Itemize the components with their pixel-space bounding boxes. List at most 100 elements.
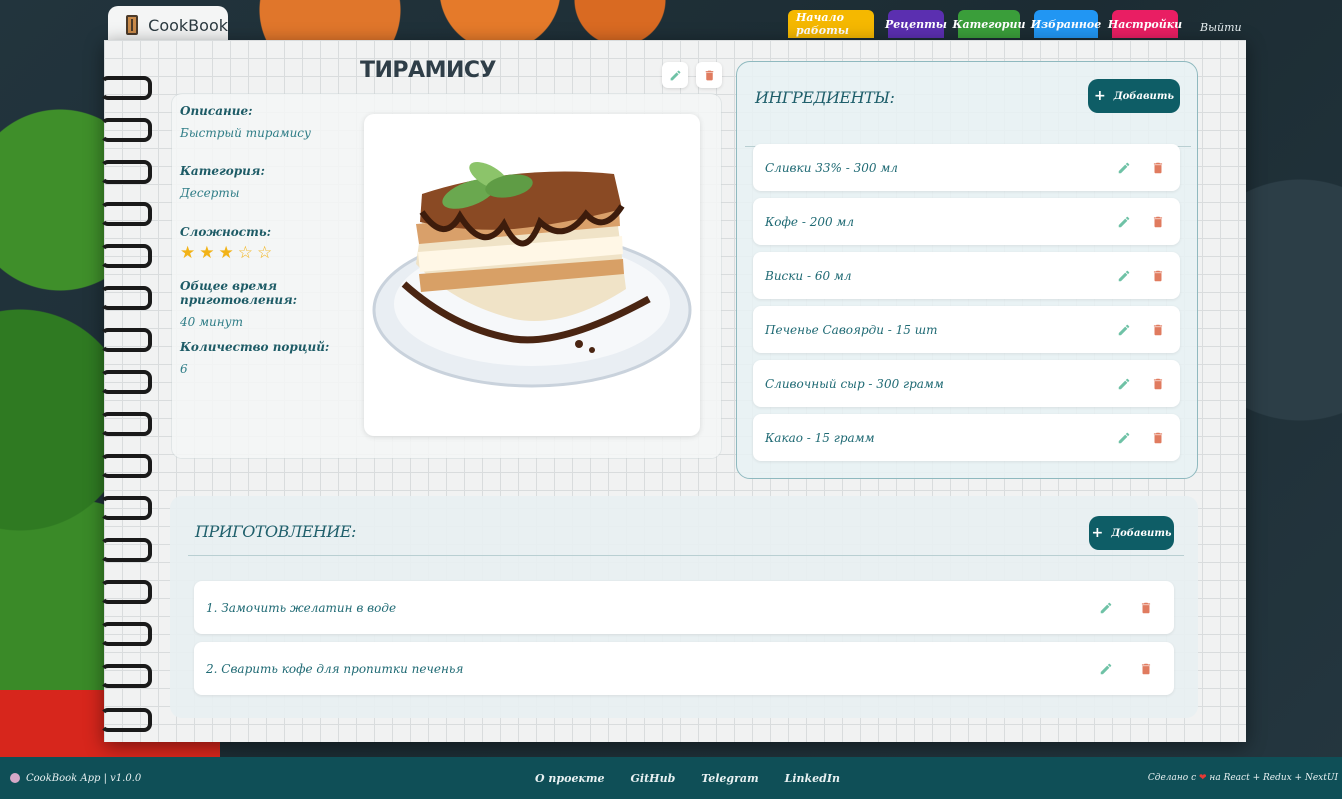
category-value: Десерты <box>180 186 240 200</box>
pencil-icon <box>1100 602 1112 613</box>
plus-icon: + <box>1093 88 1106 104</box>
edit-ingredient-button[interactable] <box>1116 376 1132 392</box>
ingredient-row[interactable]: Сливки 33% - 300 мл <box>753 144 1180 191</box>
ingredient-row[interactable]: Сливочный сыр - 300 грамм <box>753 360 1180 407</box>
ingredient-row[interactable]: Кофе - 200 мл <box>753 198 1180 245</box>
trash-icon <box>1141 663 1151 674</box>
plus-icon: + <box>1091 525 1104 541</box>
delete-ingredient-button[interactable] <box>1150 214 1166 230</box>
ingredient-text: Какао - 15 грамм <box>765 430 875 445</box>
delete-ingredient-button[interactable] <box>1150 376 1166 392</box>
time-value: 40 минут <box>180 315 244 329</box>
app-version: CookBook App | v1.0.0 <box>26 772 142 784</box>
trash-icon <box>1153 270 1163 281</box>
ingredient-text: Сливочный сыр - 300 грамм <box>765 376 944 391</box>
edit-ingredient-button[interactable] <box>1116 268 1132 284</box>
star-filled-icon[interactable]: ★ <box>219 243 234 263</box>
delete-recipe-button[interactable] <box>696 62 722 88</box>
delete-ingredient-button[interactable] <box>1150 268 1166 284</box>
app-logo[interactable]: CookBook <box>108 6 228 44</box>
category-block: Категория: Десерты <box>180 164 360 200</box>
tab-favorites[interactable]: Избранное <box>1031 10 1101 38</box>
footer-link-about[interactable]: О проекте <box>535 772 605 785</box>
description-label: Описание: <box>180 104 253 118</box>
made-with-suffix: на React + Redux + NextUI <box>1209 773 1338 783</box>
preparation-card: ПРИГОТОВЛЕНИЕ: + Добавить 1. Замочить же… <box>170 496 1198 718</box>
add-ingredient-label: Добавить <box>1113 90 1174 102</box>
servings-value: 6 <box>180 362 188 376</box>
edit-ingredient-button[interactable] <box>1116 430 1132 446</box>
recipe-info-card: Описание: Быстрый тирамису Категория: Де… <box>172 94 721 458</box>
tab-categories[interactable]: Категории <box>953 10 1026 38</box>
description-value: Быстрый тирамису <box>180 126 311 140</box>
star-empty-icon[interactable]: ☆ <box>257 243 272 263</box>
spiral-ring <box>100 160 152 184</box>
servings-block: Количество порций: 6 <box>180 340 360 376</box>
step-row[interactable]: 2. Сварить кофе для пропитки печенья <box>194 642 1174 695</box>
spiral-ring <box>100 708 152 732</box>
description-block: Описание: Быстрый тирамису <box>180 104 360 140</box>
ingredient-text: Кофе - 200 мл <box>765 214 854 229</box>
edit-ingredient-button[interactable] <box>1116 214 1132 230</box>
app-name: CookBook <box>148 15 228 35</box>
delete-ingredient-button[interactable] <box>1150 160 1166 176</box>
edit-step-button[interactable] <box>1098 661 1114 677</box>
star-empty-icon[interactable]: ☆ <box>238 243 253 263</box>
pencil-icon <box>1118 378 1130 389</box>
heart-icon: ❤ <box>1199 773 1207 783</box>
add-step-button[interactable]: + Добавить <box>1089 516 1174 550</box>
time-block: Общее время приготовления: 40 минут <box>180 279 370 329</box>
pencil-icon <box>1118 324 1130 335</box>
edit-ingredient-button[interactable] <box>1116 160 1132 176</box>
difficulty-rating: ★ ★ ★ ☆ ☆ <box>180 243 360 263</box>
ingredient-row[interactable]: Печенье Савоярди - 15 шт <box>753 306 1180 353</box>
delete-step-button[interactable] <box>1138 600 1154 616</box>
difficulty-label: Сложность: <box>180 225 272 239</box>
edit-recipe-button[interactable] <box>662 62 688 88</box>
tiramisu-illustration <box>372 162 692 388</box>
recipe-photo <box>364 114 700 436</box>
tab-recipes[interactable]: Рецепты <box>885 10 947 38</box>
star-filled-icon[interactable]: ★ <box>199 243 214 263</box>
footer: CookBook App | v1.0.0 О проекте GitHub T… <box>0 757 1342 799</box>
preparation-divider <box>188 555 1184 556</box>
ingredient-row[interactable]: Виски - 60 мл <box>753 252 1180 299</box>
footer-link-linkedin[interactable]: LinkedIn <box>785 772 840 785</box>
edit-step-button[interactable] <box>1098 600 1114 616</box>
star-filled-icon[interactable]: ★ <box>180 243 195 263</box>
trash-icon <box>1153 378 1163 389</box>
delete-step-button[interactable] <box>1138 661 1154 677</box>
time-label: Общее время приготовления: <box>180 279 298 307</box>
ingredients-card: ИНГРЕДИЕНТЫ: + Добавить Сливки 33% - 300… <box>736 61 1198 479</box>
ingredient-row[interactable]: Какао - 15 грамм <box>753 414 1180 461</box>
logout-link[interactable]: Выйти <box>1192 10 1250 38</box>
ingredient-text: Печенье Савоярди - 15 шт <box>765 322 938 337</box>
spiral-ring <box>100 580 152 604</box>
pencil-icon <box>1118 270 1130 281</box>
step-text: 1. Замочить желатин в воде <box>206 600 397 615</box>
pencil-icon <box>1118 162 1130 173</box>
app-logo-icon <box>10 773 20 783</box>
footer-link-telegram[interactable]: Telegram <box>701 772 758 785</box>
difficulty-block: Сложность: ★ ★ ★ ☆ ☆ <box>180 225 360 263</box>
tab-settings[interactable]: Настройки <box>1108 10 1182 38</box>
add-ingredient-button[interactable]: + Добавить <box>1088 79 1180 113</box>
ingredient-text: Сливки 33% - 300 мл <box>765 160 898 175</box>
spiral-ring <box>100 76 152 100</box>
delete-ingredient-button[interactable] <box>1150 322 1166 338</box>
tab-getting-started[interactable]: Начало работы <box>788 10 874 38</box>
trash-icon <box>1153 324 1163 335</box>
ingredients-title: ИНГРЕДИЕНТЫ: <box>755 88 895 107</box>
spiral-ring <box>100 244 152 268</box>
add-step-label: Добавить <box>1111 527 1172 539</box>
footer-link-github[interactable]: GitHub <box>631 772 676 785</box>
delete-ingredient-button[interactable] <box>1150 430 1166 446</box>
edit-ingredient-button[interactable] <box>1116 322 1132 338</box>
spiral-ring <box>100 118 152 142</box>
spiral-ring <box>100 412 152 436</box>
footer-credits: Сделано с ❤ на React + Redux + NextUI <box>1148 773 1338 783</box>
step-row[interactable]: 1. Замочить желатин в воде <box>194 581 1174 634</box>
spiral-ring <box>100 538 152 562</box>
spiral-ring <box>100 328 152 352</box>
trash-icon <box>1153 216 1163 227</box>
